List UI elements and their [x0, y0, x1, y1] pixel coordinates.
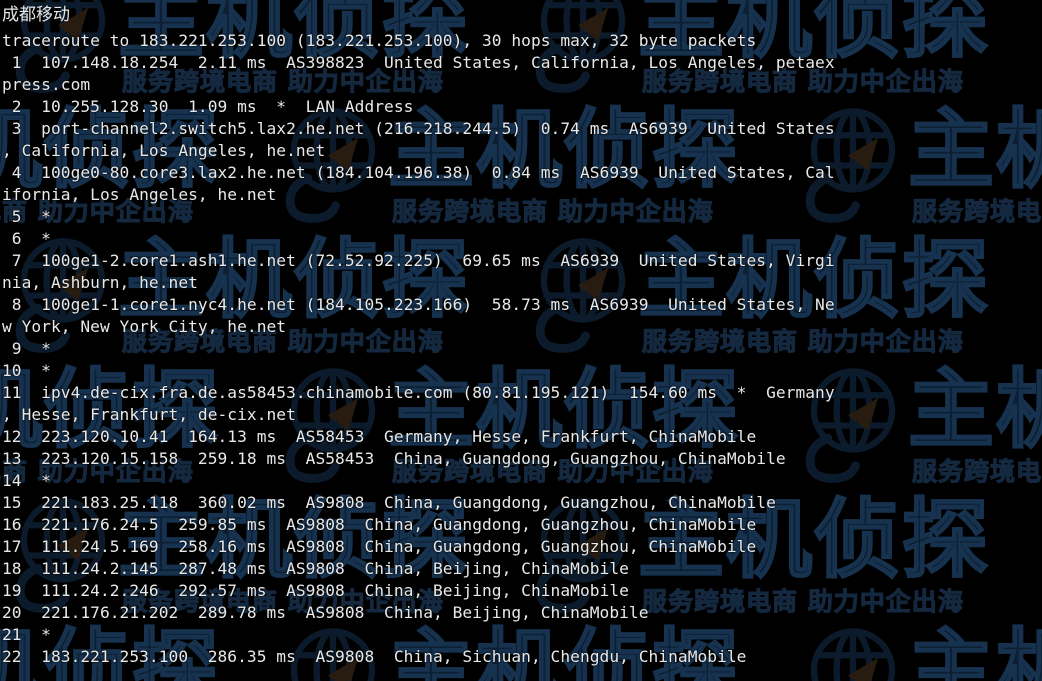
- traceroute-hop-line: , Hesse, Frankfurt, de-cix.net: [2, 405, 296, 424]
- traceroute-hop-line: 18 111.24.2.145 287.48 ms AS9808 China, …: [2, 559, 629, 578]
- traceroute-hop-line: 15 221.183.25.118 360.02 ms AS9808 China…: [2, 493, 776, 512]
- traceroute-hop-line: 12 223.120.10.41 164.13 ms AS58453 Germa…: [2, 427, 757, 446]
- traceroute-hop-line: 17 111.24.5.169 258.16 ms AS9808 China, …: [2, 537, 757, 556]
- traceroute-output[interactable]: traceroute to 183.221.253.100 (183.221.2…: [0, 30, 1042, 668]
- traceroute-summary-line: traceroute to 183.221.253.100 (183.221.2…: [2, 31, 757, 50]
- traceroute-hop-line: 10 *: [2, 361, 51, 380]
- traceroute-hop-line: , California, Los Angeles, he.net: [2, 141, 326, 160]
- traceroute-hop-line: press.com: [2, 75, 91, 94]
- terminal-text-layer: 成都移动 traceroute to 183.221.253.100 (183.…: [0, 0, 1042, 668]
- traceroute-hop-line: 6 *: [2, 229, 51, 248]
- traceroute-hop-line: 8 100ge1-1.core1.nyc4.he.net (184.105.22…: [2, 295, 835, 314]
- traceroute-hop-line: 7 100ge1-2.core1.ash1.he.net (72.52.92.2…: [2, 251, 835, 270]
- terminal-window[interactable]: 主机侦探服务跨境电商 助力中企出海主机侦探服务跨境电商 助力中企出海主机侦探服务…: [0, 0, 1042, 681]
- traceroute-hop-line: 21 *: [2, 625, 51, 644]
- traceroute-hop-line: 19 111.24.2.246 292.57 ms AS9808 China, …: [2, 581, 629, 600]
- traceroute-hop-line: 1 107.148.18.254 2.11 ms AS398823 United…: [2, 53, 835, 72]
- traceroute-hop-line: 22 183.221.253.100 286.35 ms AS9808 Chin…: [2, 647, 747, 666]
- traceroute-hop-line: nia, Ashburn, he.net: [2, 273, 198, 292]
- traceroute-hop-line: 11 ipv4.de-cix.fra.de.as58453.chinamobil…: [2, 383, 835, 402]
- traceroute-hop-line: 13 223.120.15.158 259.18 ms AS58453 Chin…: [2, 449, 786, 468]
- traceroute-hop-line: 14 *: [2, 471, 51, 490]
- traceroute-hop-line: 3 port-channel2.switch5.lax2.he.net (216…: [2, 119, 835, 138]
- traceroute-hop-line: 2 10.255.128.30 1.09 ms * LAN Address: [2, 97, 414, 116]
- traceroute-hop-line: 4 100ge0-80.core3.lax2.he.net (184.104.1…: [2, 163, 835, 182]
- traceroute-hop-line: 16 221.176.24.5 259.85 ms AS9808 China, …: [2, 515, 757, 534]
- traceroute-hop-line: w York, New York City, he.net: [2, 317, 287, 336]
- page-title: 成都移动: [2, 5, 70, 25]
- traceroute-hop-line: 5 *: [2, 207, 51, 226]
- traceroute-hop-line: 9 *: [2, 339, 51, 358]
- traceroute-hop-line: ifornia, Los Angeles, he.net: [2, 185, 277, 204]
- traceroute-hop-line: 20 221.176.21.202 289.78 ms AS9808 China…: [2, 603, 649, 622]
